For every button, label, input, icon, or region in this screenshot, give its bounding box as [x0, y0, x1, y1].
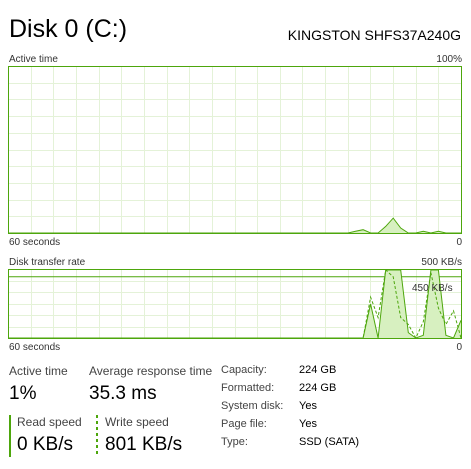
system-disk-value: Yes — [299, 400, 317, 412]
disk-performance-panel: Disk 0 (C:) KINGSTON SHFS37A240G Active … — [0, 0, 471, 469]
transfer-rate-chart — [8, 269, 462, 339]
active-time-value: 1% — [9, 383, 37, 404]
capacity-value: 224 GB — [299, 364, 337, 376]
transfer-rate-chart-zero: 0 — [456, 342, 462, 353]
formatted-label: Formatted: — [221, 382, 275, 394]
write-speed-label: Write speed — [105, 415, 169, 429]
read-speed-value: 0 KB/s — [17, 434, 73, 455]
active-time-chart — [8, 66, 462, 234]
write-speed-indicator — [96, 415, 98, 457]
active-time-chart-zero: 0 — [456, 237, 462, 248]
type-value: SSD (SATA) — [299, 436, 360, 448]
read-speed-indicator — [9, 415, 11, 457]
active-time-chart-max: 100% — [436, 54, 462, 65]
active-time-label: Active time — [9, 364, 68, 378]
disk-title: Disk 0 (C:) — [9, 15, 128, 43]
transfer-rate-chart-max: 500 KB/s — [421, 257, 462, 268]
capacity-label: Capacity: — [221, 364, 267, 376]
transfer-rate-chart-label: Disk transfer rate — [9, 257, 86, 268]
transfer-rate-chart-xlabel: 60 seconds — [9, 342, 61, 353]
transfer-rate-inner-label: 450 KB/s — [412, 283, 453, 294]
active-time-chart-label: Active time — [9, 54, 58, 65]
type-label: Type: — [221, 436, 248, 448]
write-speed-value: 801 KB/s — [105, 434, 183, 455]
system-disk-label: System disk: — [221, 400, 284, 412]
page-file-value: Yes — [299, 418, 317, 430]
formatted-value: 224 GB — [299, 382, 337, 394]
read-speed-label: Read speed — [17, 415, 82, 429]
avg-response-value: 35.3 ms — [89, 383, 157, 404]
avg-response-label: Average response time — [89, 364, 213, 378]
page-file-label: Page file: — [221, 418, 267, 430]
disk-model: KINGSTON SHFS37A240G — [287, 27, 461, 43]
active-time-chart-xlabel: 60 seconds — [9, 237, 61, 248]
